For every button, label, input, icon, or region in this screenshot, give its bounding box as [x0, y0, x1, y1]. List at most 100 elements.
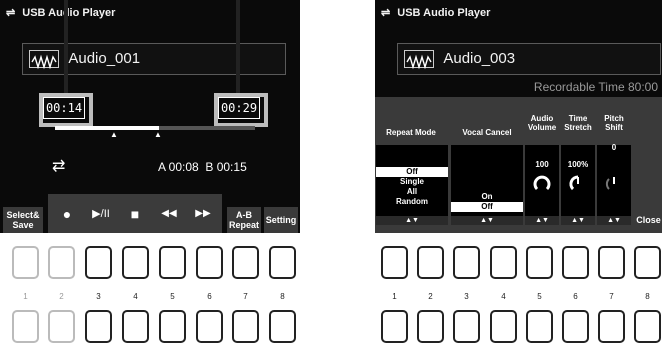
- audio-volume-header: Audio Volume: [527, 114, 557, 132]
- marker-a: ▲: [110, 130, 118, 139]
- button-8-top[interactable]: [269, 246, 296, 279]
- pitch-value: 0: [611, 143, 617, 152]
- button-1-top[interactable]: [381, 246, 408, 279]
- ab-repeat-button[interactable]: A-B Repeat: [227, 207, 261, 233]
- repeat-option-all[interactable]: All: [376, 187, 448, 197]
- audio-file-icon: [29, 50, 59, 70]
- repeat-mode-list[interactable]: Off Single All Random: [376, 145, 448, 216]
- repeat-option-random[interactable]: Random: [376, 197, 448, 207]
- callout-line-right: [236, 0, 240, 93]
- record-button[interactable]: ●: [50, 206, 84, 222]
- right-song-field[interactable]: Audio_003: [397, 43, 661, 75]
- left-song-name: Audio_001: [68, 50, 141, 67]
- button-number: 1: [23, 292, 28, 301]
- button-5-bottom[interactable]: [526, 310, 553, 343]
- volume-arrow[interactable]: ▲▼: [525, 216, 559, 225]
- total-time: 00:29: [218, 97, 260, 119]
- button-4-top[interactable]: [122, 246, 149, 279]
- button-6-bottom[interactable]: [196, 310, 223, 343]
- button-2-bottom[interactable]: [48, 310, 75, 343]
- vocal-cancel-list[interactable]: On Off: [451, 145, 523, 216]
- button-5-top[interactable]: [159, 246, 186, 279]
- button-1-top[interactable]: [12, 246, 39, 279]
- button-number: 7: [243, 292, 248, 301]
- left-screen: ⇌ USB Audio Player Audio_001 00:14 00:29…: [0, 0, 300, 233]
- volume-value: 100: [535, 160, 549, 169]
- button-number: 4: [133, 292, 138, 301]
- previous-button[interactable]: ◀◀: [152, 208, 186, 219]
- button-1-bottom[interactable]: [12, 310, 39, 343]
- button-7-bottom[interactable]: [232, 310, 259, 343]
- repeat-arrow[interactable]: ▲▼: [376, 216, 448, 225]
- usb-icon: ⇌: [381, 7, 391, 19]
- button-8-bottom[interactable]: [269, 310, 296, 343]
- right-title-bar: ⇌ USB Audio Player: [375, 0, 662, 26]
- button-number: 8: [280, 292, 285, 301]
- button-8-bottom[interactable]: [634, 310, 661, 343]
- stretch-knob-icon[interactable]: [569, 175, 587, 193]
- button-1-bottom[interactable]: [381, 310, 408, 343]
- pitch-shift-header: Pitch Shift: [604, 114, 624, 132]
- button-2-bottom[interactable]: [417, 310, 444, 343]
- button-3-bottom[interactable]: [85, 310, 112, 343]
- button-2-top[interactable]: [48, 246, 75, 279]
- button-number: 2: [59, 292, 64, 301]
- pitch-arrow[interactable]: ▲▼: [597, 216, 631, 225]
- ab-times: A 00:08 B 00:15: [158, 160, 247, 174]
- button-5-bottom[interactable]: [159, 310, 186, 343]
- button-number: 6: [573, 292, 578, 301]
- recordable-time: Recordable Time 80:00: [533, 80, 658, 94]
- button-number: 2: [428, 292, 433, 301]
- time-stretch-header: Time Stretch: [564, 114, 592, 132]
- left-title: USB Audio Player: [22, 7, 116, 19]
- repeat-option-single[interactable]: Single: [376, 177, 448, 187]
- right-song-name: Audio_003: [443, 50, 516, 67]
- vocal-option-off[interactable]: Off: [451, 202, 523, 212]
- select-save-button[interactable]: Select& Save: [3, 207, 43, 233]
- button-7-top[interactable]: [598, 246, 625, 279]
- button-7-bottom[interactable]: [598, 310, 625, 343]
- left-title-bar: ⇌ USB Audio Player: [0, 0, 300, 26]
- callout-line-left: [64, 0, 68, 93]
- right-screen: ⇌ USB Audio Player Audio_003 Recordable …: [375, 0, 662, 233]
- right-title: USB Audio Player: [397, 7, 491, 19]
- volume-knob-icon[interactable]: [533, 175, 551, 193]
- stop-button[interactable]: ■: [118, 206, 152, 222]
- repeat-option-off[interactable]: Off: [376, 167, 448, 177]
- stretch-arrow[interactable]: ▲▼: [561, 216, 595, 225]
- button-3-bottom[interactable]: [453, 310, 480, 343]
- button-6-bottom[interactable]: [562, 310, 589, 343]
- next-button[interactable]: ▶▶: [186, 208, 220, 219]
- vocal-arrow[interactable]: ▲▼: [451, 216, 523, 225]
- button-number: 8: [645, 292, 650, 301]
- button-number: 6: [207, 292, 212, 301]
- button-5-top[interactable]: [526, 246, 553, 279]
- button-number: 4: [501, 292, 506, 301]
- button-6-top[interactable]: [562, 246, 589, 279]
- button-number: 7: [609, 292, 614, 301]
- button-3-top[interactable]: [85, 246, 112, 279]
- marker-b: ▲: [154, 130, 162, 139]
- left-song-field[interactable]: Audio_001: [22, 43, 286, 75]
- repeat-icon: ⇄: [52, 158, 66, 175]
- button-3-top[interactable]: [453, 246, 480, 279]
- button-8-top[interactable]: [634, 246, 661, 279]
- stretch-value: 100%: [567, 160, 589, 169]
- play-pause-button[interactable]: ▶/II: [84, 207, 118, 220]
- button-number: 3: [96, 292, 101, 301]
- button-number: 5: [170, 292, 175, 301]
- button-number: 1: [392, 292, 397, 301]
- button-4-bottom[interactable]: [490, 310, 517, 343]
- button-4-bottom[interactable]: [122, 310, 149, 343]
- pitch-knob-icon[interactable]: [605, 175, 623, 193]
- repeat-mode-header: Repeat Mode: [386, 128, 436, 137]
- button-6-top[interactable]: [196, 246, 223, 279]
- button-2-top[interactable]: [417, 246, 444, 279]
- button-4-top[interactable]: [490, 246, 517, 279]
- close-button[interactable]: Close: [635, 207, 662, 233]
- usb-icon: ⇌: [6, 7, 16, 19]
- audio-file-icon: [404, 50, 434, 70]
- button-7-top[interactable]: [232, 246, 259, 279]
- vocal-option-on[interactable]: On: [451, 192, 523, 202]
- setting-button[interactable]: Setting: [264, 207, 298, 233]
